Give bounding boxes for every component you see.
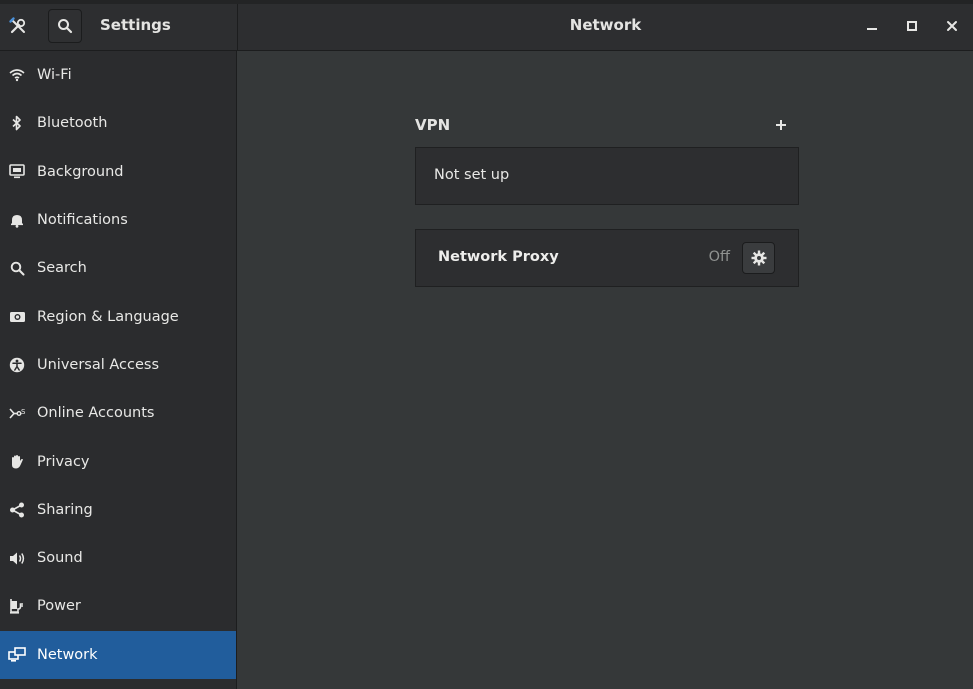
sidebar-item-label: Sharing: [37, 501, 93, 518]
settings-tools-icon: [7, 15, 29, 37]
add-vpn-button[interactable]: [771, 114, 791, 136]
minimize-icon: [867, 28, 877, 30]
sidebar-item-label: Privacy: [37, 453, 90, 470]
sidebar-item-privacy[interactable]: Privacy: [0, 437, 236, 485]
hand-icon: [8, 453, 26, 471]
svg-text:S: S: [21, 408, 26, 416]
speaker-icon: [8, 549, 26, 567]
sidebar-item-power[interactable]: Power: [0, 582, 236, 630]
close-icon: [947, 21, 957, 31]
vpn-section-title: VPN: [415, 116, 451, 134]
sidebar-item-sharing[interactable]: Sharing: [0, 486, 236, 534]
online-accounts-icon: S: [8, 404, 26, 422]
header-sidebar-section: Settings: [0, 4, 238, 50]
search-icon: [8, 259, 26, 277]
power-icon: [8, 597, 26, 615]
camera-icon: [8, 308, 26, 326]
sidebar-item-label: Background: [37, 163, 124, 180]
sidebar-item-wifi[interactable]: Wi-Fi: [0, 51, 236, 99]
sidebar-item-notifications[interactable]: Notifications: [0, 196, 236, 244]
sidebar-item-label: Bluetooth: [37, 115, 108, 132]
header-bar: Settings Network: [0, 0, 973, 51]
sidebar-item-label: Network: [37, 646, 98, 663]
sidebar-item-label: Search: [37, 260, 87, 277]
network-proxy-status: Off: [708, 249, 730, 265]
sidebar-item-search[interactable]: Search: [0, 244, 236, 292]
sidebar-item-label: Online Accounts: [37, 405, 155, 422]
sidebar-item-label: Wi-Fi: [37, 67, 72, 84]
bell-icon: [8, 211, 26, 229]
search-button[interactable]: [48, 9, 82, 43]
search-icon: [58, 19, 73, 34]
sidebar-item-sound[interactable]: Sound: [0, 534, 236, 582]
gear-icon: [751, 250, 766, 266]
sidebar-item-background[interactable]: Background: [0, 148, 236, 196]
network-proxy-row[interactable]: Network Proxy Off: [415, 229, 799, 287]
sidebar-item-label: Universal Access: [37, 356, 160, 373]
sidebar-item-bluetooth[interactable]: Bluetooth: [0, 99, 236, 147]
proxy-settings-button[interactable]: [742, 242, 775, 274]
maximize-button[interactable]: [901, 15, 923, 37]
bluetooth-icon: [8, 114, 26, 132]
sidebar: Wi-Fi Bluetooth Background Notifications…: [0, 51, 237, 689]
sidebar-item-region-language[interactable]: Region & Language: [0, 292, 236, 340]
sidebar-item-label: Region & Language: [37, 308, 179, 325]
sidebar-item-online-accounts[interactable]: S Online Accounts: [0, 389, 236, 437]
network-icon: [8, 646, 26, 664]
maximize-icon: [907, 21, 917, 31]
vpn-section-header: VPN: [415, 114, 799, 136]
accessibility-icon: [8, 356, 26, 374]
minimize-button[interactable]: [861, 15, 883, 37]
sidebar-item-label: Power: [37, 598, 81, 615]
sidebar-item-universal-access[interactable]: Universal Access: [0, 341, 236, 389]
network-proxy-label: Network Proxy: [438, 249, 559, 265]
vpn-list: Not set up: [415, 147, 799, 205]
sidebar-item-label: Sound: [37, 550, 83, 567]
network-panel: VPN Not set up Network Proxy Off: [238, 51, 973, 689]
wifi-icon: [8, 66, 26, 84]
share-icon: [8, 501, 26, 519]
app-title: Settings: [100, 16, 171, 34]
background-icon: [8, 163, 26, 181]
plus-icon: [776, 120, 786, 130]
vpn-empty-status: Not set up: [434, 167, 510, 183]
sidebar-item-label: Notifications: [37, 212, 128, 229]
close-button[interactable]: [941, 15, 963, 37]
sidebar-item-network[interactable]: Network: [0, 630, 236, 679]
